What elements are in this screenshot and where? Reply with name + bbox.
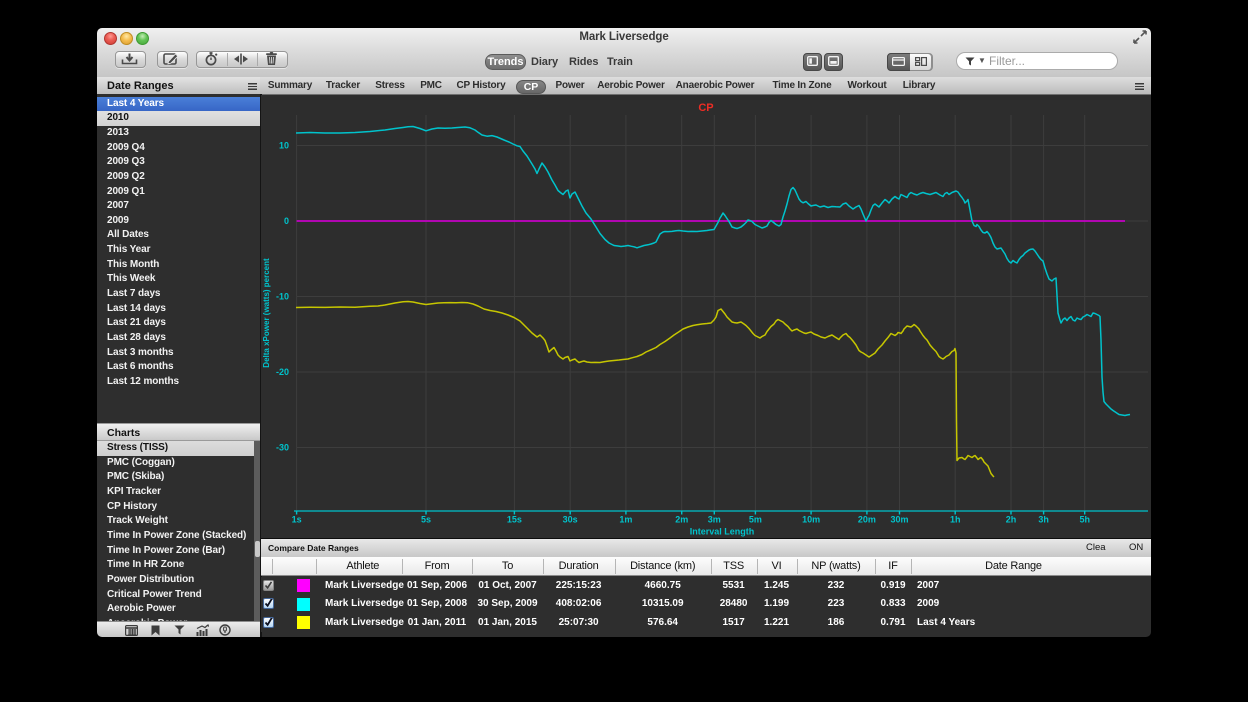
svg-text:2h: 2h [1006, 515, 1017, 525]
svg-text:3m: 3m [708, 515, 721, 525]
svg-text:5s: 5s [421, 515, 431, 525]
svg-text:30m: 30m [890, 515, 908, 525]
svg-text:0: 0 [284, 216, 289, 226]
svg-text:1h: 1h [950, 515, 961, 525]
svg-text:2m: 2m [675, 515, 688, 525]
svg-text:1m: 1m [619, 515, 632, 525]
svg-text:20m: 20m [858, 515, 876, 525]
svg-text:15s: 15s [507, 515, 522, 525]
svg-text:-30: -30 [276, 443, 289, 453]
svg-text:Delta xPower (watts) percent: Delta xPower (watts) percent [262, 258, 271, 368]
svg-text:5h: 5h [1079, 515, 1090, 525]
svg-text:5m: 5m [749, 515, 762, 525]
svg-text:10m: 10m [802, 515, 820, 525]
svg-text:CP: CP [698, 102, 713, 114]
svg-text:-20: -20 [276, 367, 289, 377]
svg-text:10: 10 [279, 141, 289, 151]
svg-text:3h: 3h [1038, 515, 1049, 525]
svg-text:1s: 1s [292, 515, 302, 525]
svg-text:30s: 30s [563, 515, 578, 525]
svg-text:Interval Length: Interval Length [690, 527, 755, 537]
svg-text:-10: -10 [276, 292, 289, 302]
